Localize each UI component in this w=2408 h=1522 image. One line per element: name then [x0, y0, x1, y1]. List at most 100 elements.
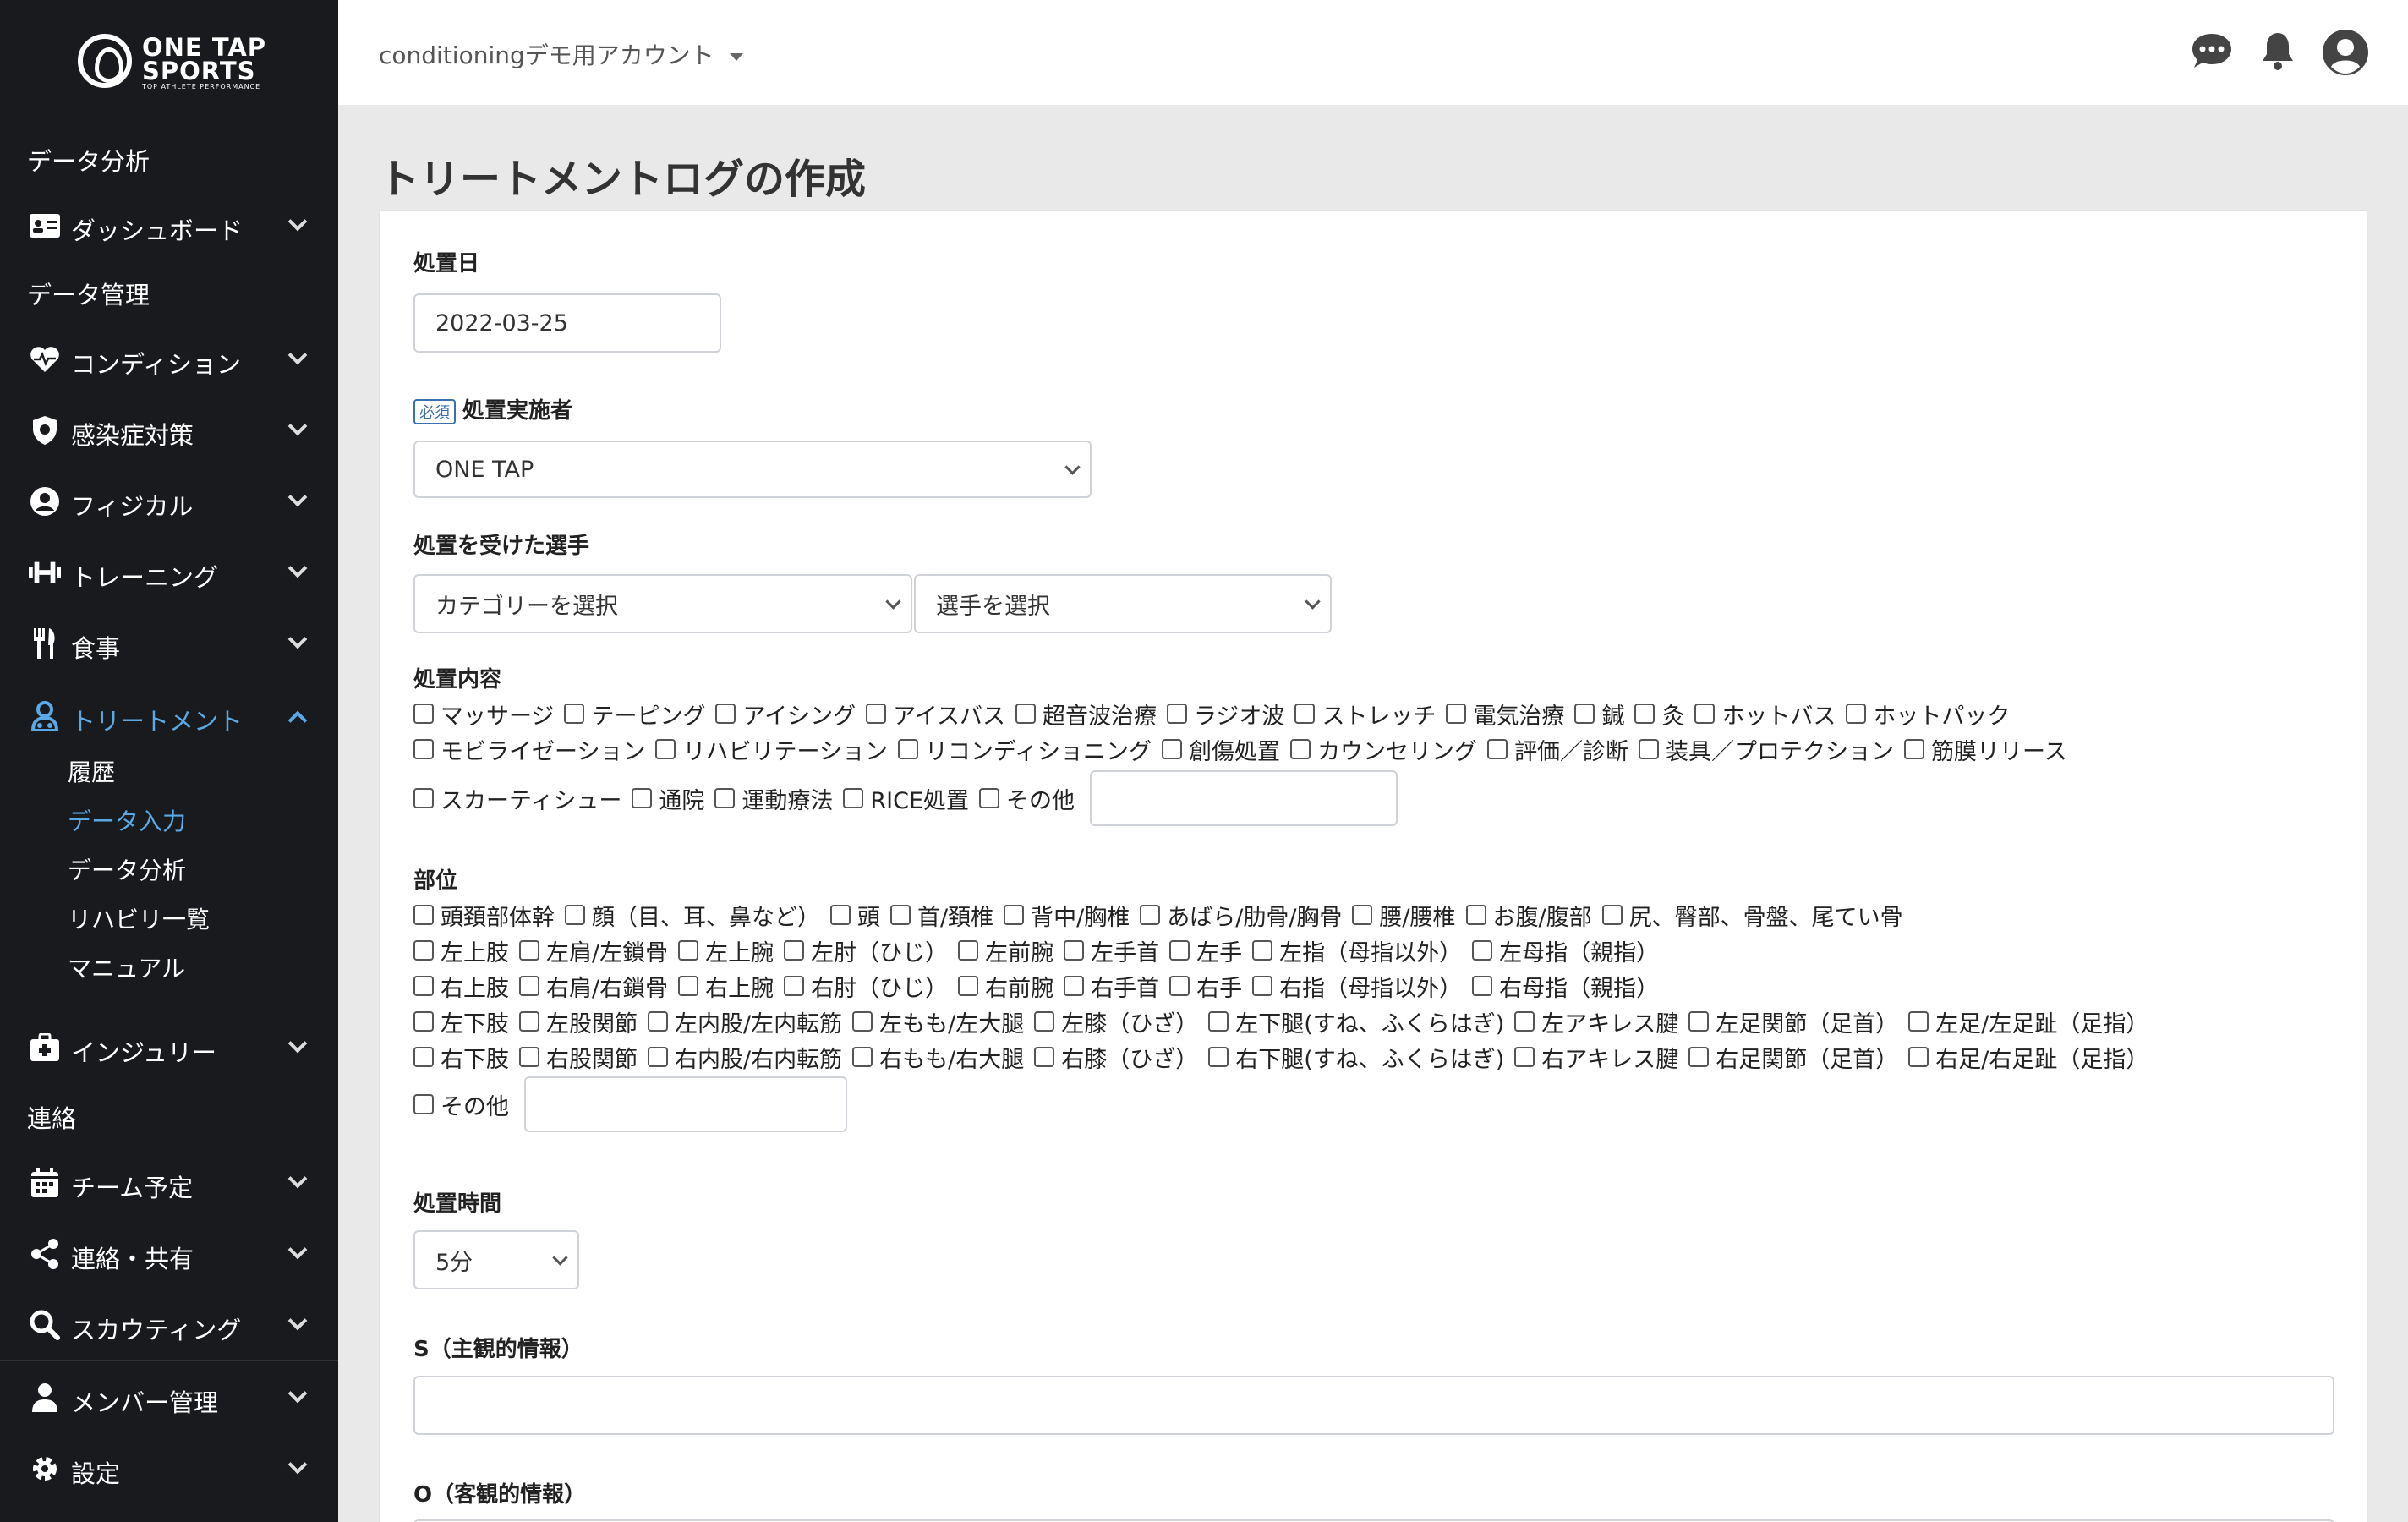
- treatment-other-input[interactable]: [1090, 770, 1398, 826]
- checkbox[interactable]: [519, 940, 539, 961]
- checkbox-item[interactable]: 右下肢: [413, 1041, 509, 1074]
- checkbox[interactable]: [1634, 704, 1656, 724]
- checkbox-item[interactable]: 右膝（ひざ）: [1034, 1041, 1198, 1074]
- player-select[interactable]: 選手を選択: [914, 574, 1332, 633]
- sidebar-item-dashboard[interactable]: ダッシュボード: [0, 210, 338, 245]
- checkbox-item[interactable]: 左手: [1169, 934, 1242, 967]
- checkbox-item[interactable]: 右手首: [1064, 970, 1159, 1003]
- checkbox-item[interactable]: 腰/腰椎: [1352, 899, 1456, 932]
- checkbox[interactable]: [1908, 1047, 1929, 1067]
- practitioner-select[interactable]: ONE TAP: [413, 441, 1092, 498]
- checkbox-item[interactable]: 右上肢: [413, 970, 509, 1003]
- checkbox-item[interactable]: 尻、臀部、骨盤、尾てい骨: [1601, 899, 1903, 932]
- checkbox[interactable]: [1140, 905, 1161, 925]
- checkbox-item[interactable]: ホットパック: [1846, 698, 2010, 731]
- checkbox[interactable]: [1208, 1011, 1229, 1032]
- checkbox-item[interactable]: 左肩/左鎖骨: [519, 934, 668, 967]
- checkbox[interactable]: [1290, 739, 1311, 759]
- checkbox[interactable]: [413, 788, 434, 808]
- checkbox[interactable]: [852, 1047, 873, 1067]
- sidebar-subitem-history[interactable]: 履歴: [68, 754, 115, 788]
- checkbox[interactable]: [1639, 739, 1660, 759]
- checkbox-item[interactable]: マッサージ: [413, 698, 554, 731]
- checkbox[interactable]: [1446, 704, 1467, 724]
- checkbox[interactable]: [1015, 704, 1036, 724]
- sidebar-item-injury[interactable]: インジュリー: [0, 1032, 338, 1067]
- checkbox[interactable]: [1252, 976, 1273, 996]
- checkbox[interactable]: [519, 1011, 539, 1032]
- checkbox-item[interactable]: 左股関節: [519, 1005, 638, 1038]
- checkbox[interactable]: [784, 976, 805, 996]
- checkbox-item[interactable]: 左内股/左内転筋: [648, 1005, 842, 1038]
- checkbox-item[interactable]: 右前腕: [958, 970, 1054, 1003]
- checkbox[interactable]: [1601, 905, 1623, 925]
- checkbox[interactable]: [413, 976, 434, 996]
- sidebar-subitem-manual[interactable]: マニュアル: [68, 950, 185, 984]
- checkbox[interactable]: [890, 905, 911, 925]
- subjective-input[interactable]: [413, 1376, 2334, 1435]
- checkbox-item[interactable]: 鍼: [1574, 698, 1624, 731]
- duration-select[interactable]: 5分: [413, 1230, 579, 1289]
- sidebar-item-treatment[interactable]: トリートメント: [0, 700, 338, 736]
- sidebar-item-scouting[interactable]: スカウティング: [0, 1309, 338, 1344]
- checkbox-item[interactable]: 頭: [830, 899, 880, 932]
- checkbox[interactable]: [1252, 940, 1273, 961]
- checkbox[interactable]: [519, 976, 539, 996]
- checkbox-item[interactable]: ホットバス: [1694, 698, 1836, 731]
- checkbox-item[interactable]: 首/頚椎: [890, 899, 993, 932]
- body-part-other-input[interactable]: [524, 1076, 847, 1132]
- checkbox[interactable]: [1169, 940, 1190, 961]
- checkbox-item[interactable]: その他: [413, 1088, 509, 1121]
- checkbox[interactable]: [655, 739, 676, 759]
- checkbox[interactable]: [1694, 704, 1716, 724]
- checkbox-item[interactable]: 右手: [1169, 970, 1242, 1003]
- checkbox-item[interactable]: その他: [979, 782, 1075, 815]
- checkbox-item[interactable]: 右足/右足趾（足指）: [1908, 1041, 2148, 1074]
- checkbox-item[interactable]: お腹/腹部: [1465, 899, 1592, 932]
- sidebar-item-schedule[interactable]: チーム予定: [0, 1167, 338, 1202]
- checkbox-item[interactable]: 評価／診断: [1487, 733, 1628, 766]
- checkbox-item[interactable]: RICE処置: [843, 782, 969, 815]
- checkbox[interactable]: [648, 1047, 668, 1067]
- checkbox-item[interactable]: 創傷処置: [1162, 733, 1280, 766]
- checkbox-item[interactable]: あばら/肋骨/胸骨: [1140, 899, 1342, 932]
- checkbox-item[interactable]: 超音波治療: [1015, 698, 1157, 731]
- checkbox-item[interactable]: 左指（母指以外）: [1252, 934, 1462, 967]
- checkbox[interactable]: [714, 788, 736, 808]
- checkbox[interactable]: [843, 788, 864, 808]
- checkbox-item[interactable]: 装具／プロテクション: [1639, 733, 1894, 766]
- checkbox[interactable]: [413, 1047, 434, 1067]
- category-select[interactable]: カテゴリーを選択: [413, 574, 912, 633]
- checkbox-item[interactable]: 顔（目、耳、鼻など）: [565, 899, 820, 932]
- checkbox-item[interactable]: 左足関節（足首）: [1688, 1005, 1898, 1038]
- checkbox-item[interactable]: 右指（母指以外）: [1252, 970, 1462, 1003]
- checkbox-item[interactable]: 右母指（親指）: [1472, 970, 1659, 1003]
- checkbox[interactable]: [958, 940, 979, 961]
- checkbox-item[interactable]: 右股関節: [519, 1041, 638, 1074]
- checkbox-item[interactable]: 左上腕: [678, 934, 774, 967]
- checkbox-item[interactable]: 通院: [632, 782, 704, 815]
- checkbox[interactable]: [1688, 1047, 1710, 1067]
- checkbox[interactable]: [1352, 905, 1373, 925]
- checkbox-item[interactable]: 右上腕: [678, 970, 774, 1003]
- sidebar-item-infection[interactable]: 感染症対策: [0, 414, 338, 450]
- bell-icon[interactable]: [2256, 29, 2300, 73]
- checkbox[interactable]: [1169, 976, 1190, 996]
- checkbox-item[interactable]: 左前腕: [958, 934, 1054, 967]
- checkbox[interactable]: [1487, 739, 1508, 759]
- sidebar-subitem-rehab-list[interactable]: リハビリ一覧: [68, 901, 210, 935]
- checkbox[interactable]: [866, 704, 887, 724]
- sidebar-item-members[interactable]: メンバー管理: [0, 1382, 338, 1417]
- checkbox[interactable]: [678, 976, 699, 996]
- checkbox[interactable]: [852, 1011, 873, 1032]
- checkbox-item[interactable]: 左膝（ひざ）: [1034, 1005, 1198, 1038]
- checkbox-item[interactable]: モビライゼーション: [413, 733, 645, 766]
- checkbox-item[interactable]: 背中/胸椎: [1004, 899, 1130, 932]
- checkbox-item[interactable]: 右肩/右鎖骨: [519, 970, 668, 1003]
- account-dropdown[interactable]: conditioningデモ用アカウント: [379, 37, 743, 71]
- checkbox[interactable]: [979, 788, 1000, 808]
- checkbox[interactable]: [1904, 739, 1925, 759]
- checkbox[interactable]: [519, 1047, 539, 1067]
- checkbox-item[interactable]: リハビリテーション: [655, 733, 888, 766]
- checkbox-item[interactable]: スカーティシュー: [413, 782, 621, 815]
